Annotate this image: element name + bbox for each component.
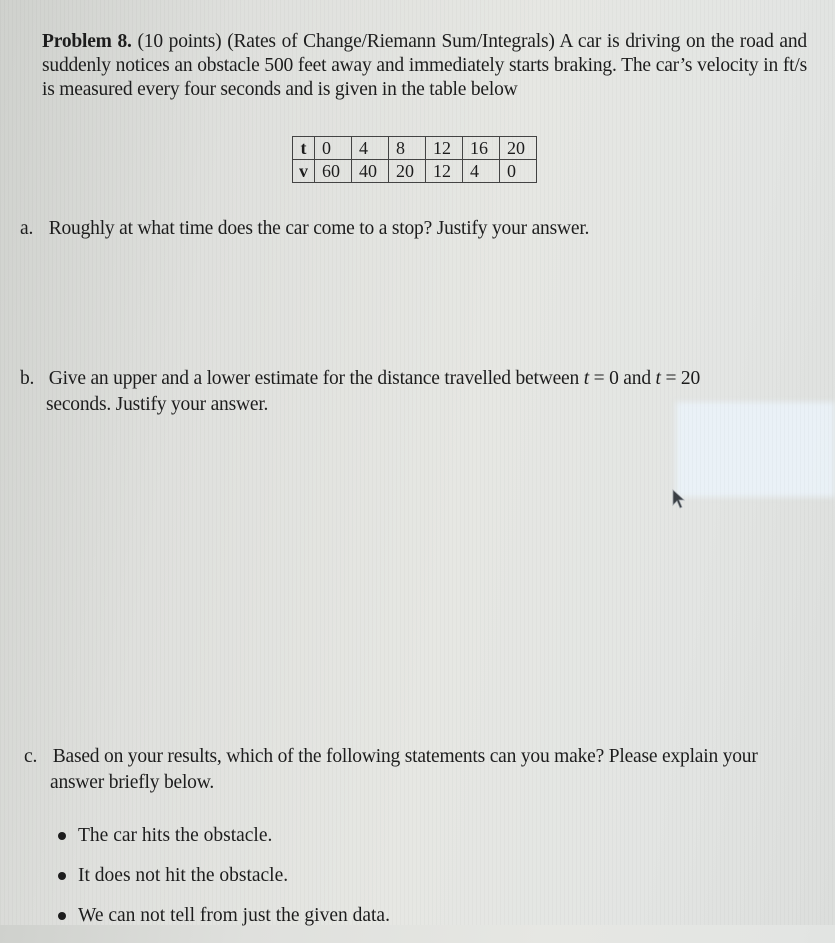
- table-cell: 4: [462, 159, 500, 183]
- problem-label: Problem 8.: [42, 31, 132, 52]
- table-cell: 12: [425, 159, 463, 183]
- option-text: We can not tell from just the given data…: [78, 905, 390, 926]
- question-b-text: Give an upper and a lower estimate for t…: [48, 368, 580, 389]
- bullet-icon: [58, 872, 66, 880]
- question-b-continuation: seconds. Justify your answer.: [46, 394, 269, 415]
- table-row-time: t 0 4 8 12 16 20: [292, 136, 537, 160]
- list-item: We can not tell from just the given data…: [56, 903, 390, 943]
- question-a-text: Roughly at what time does the car come t…: [48, 218, 590, 239]
- table-cell: 0: [499, 159, 537, 183]
- mouse-pointer-icon: [672, 489, 686, 509]
- table-header-v: v: [292, 159, 315, 183]
- question-c: c. Based on your results, which of the f…: [24, 744, 819, 796]
- math-equals-twenty: = 20: [660, 368, 701, 389]
- option-text: It does not hit the obstacle.: [78, 865, 289, 886]
- table-row-velocity: v 60 40 20 12 4 0: [292, 159, 537, 183]
- table-cell: 0: [314, 136, 352, 160]
- question-c-label: c.: [24, 746, 38, 767]
- bullet-icon: [58, 912, 66, 920]
- answer-options-list: The car hits the obstacle. It does not h…: [56, 823, 390, 943]
- math-equals-zero: = 0 and: [588, 368, 656, 389]
- table-cell: 16: [462, 136, 500, 160]
- question-a-label: a.: [20, 218, 34, 239]
- problem-statement: Problem 8. (10 points) (Rates of Change/…: [42, 30, 807, 102]
- question-a: a. Roughly at what time does the car com…: [20, 216, 820, 242]
- table-header-t: t: [292, 136, 315, 160]
- table-cell: 20: [499, 136, 537, 160]
- table-cell: 12: [425, 136, 463, 160]
- velocity-table: t 0 4 8 12 16 20 v 60 40 20 12 4 0: [292, 136, 537, 183]
- question-c-continuation: answer briefly below.: [50, 772, 215, 793]
- table-cell: 20: [388, 159, 426, 183]
- problem-points: (10 points): [137, 31, 222, 52]
- question-b: b. Give an upper and a lower estimate fo…: [20, 366, 815, 418]
- bullet-icon: [58, 832, 66, 840]
- table-cell: 4: [351, 136, 389, 160]
- table-cell: 8: [388, 136, 426, 160]
- problem-topic: (Rates of Change/Riemann Sum/Integrals): [227, 31, 555, 52]
- option-text: The car hits the obstacle.: [78, 825, 273, 846]
- question-b-label: b.: [20, 368, 35, 389]
- question-c-text: Based on your results, which of the foll…: [52, 746, 758, 767]
- table-cell: 40: [351, 159, 389, 183]
- list-item: The car hits the obstacle.: [56, 823, 390, 863]
- list-item: It does not hit the obstacle.: [56, 863, 390, 903]
- worksheet-page: Problem 8. (10 points) (Rates of Change/…: [0, 0, 835, 926]
- table-cell: 60: [314, 159, 352, 183]
